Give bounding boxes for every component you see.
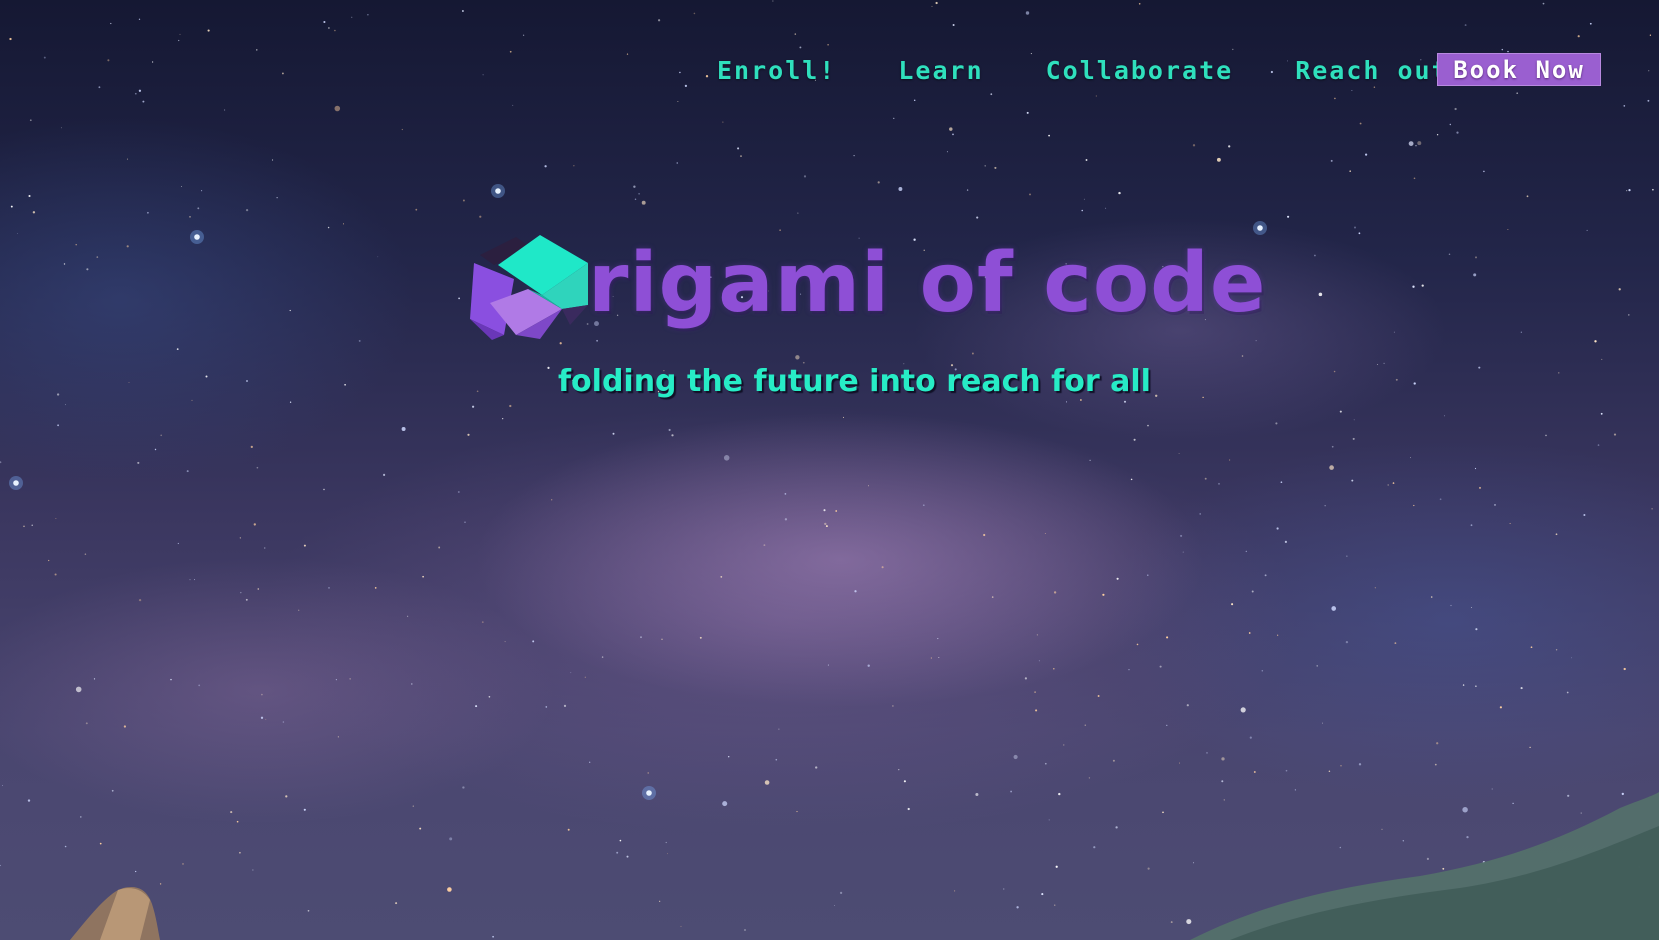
- book-now-button[interactable]: Book Now: [1437, 53, 1601, 86]
- tagline: folding the future into reach for all: [558, 364, 1151, 399]
- origami-diamond-icon: [470, 235, 588, 340]
- star-field: [0, 0, 1654, 938]
- starry-night-background: [0, 0, 1659, 940]
- brand-name: rigami of code: [588, 236, 1267, 331]
- nav-link-collaborate[interactable]: Collaborate: [1046, 56, 1234, 85]
- nav-link-learn[interactable]: Learn: [898, 56, 983, 85]
- nav-link-enroll[interactable]: Enroll!: [717, 56, 836, 85]
- nav-link-reach-out[interactable]: Reach out: [1295, 56, 1448, 85]
- brand-logo[interactable]: rigami of code: [470, 230, 1266, 340]
- main-navigation: Enroll! Learn Collaborate Reach out: [700, 48, 1511, 92]
